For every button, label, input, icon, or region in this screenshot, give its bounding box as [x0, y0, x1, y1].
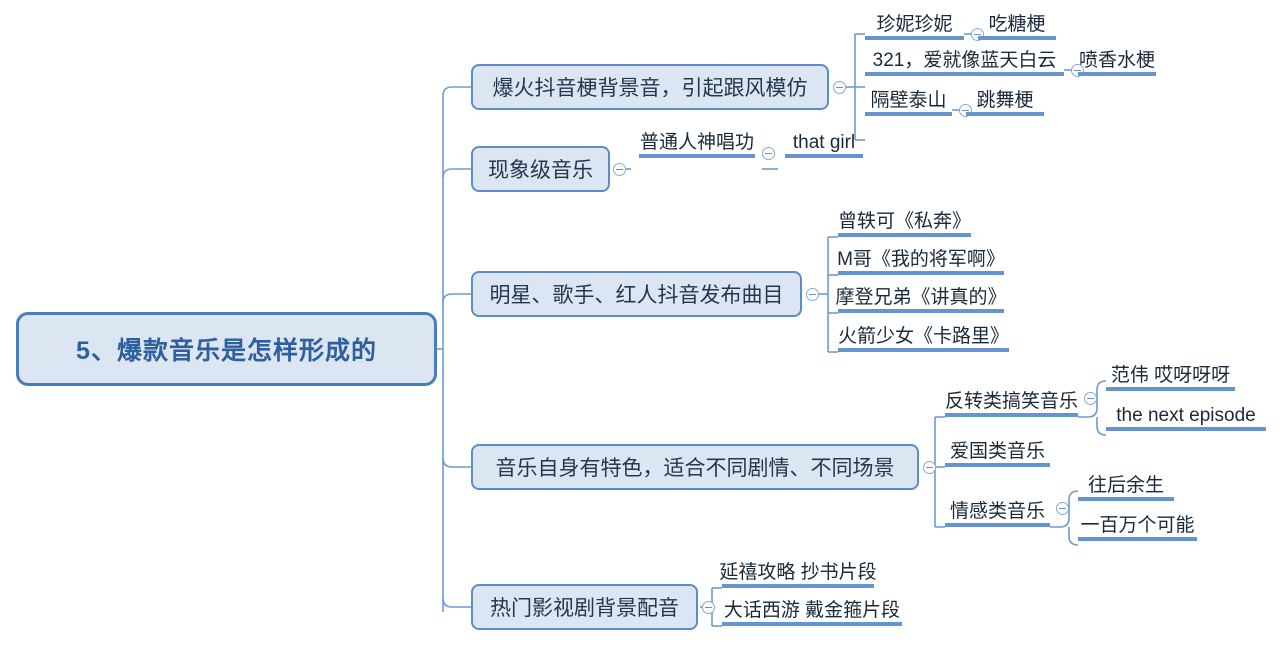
branch-node-2[interactable]: 现象级音乐 — [471, 146, 610, 192]
leaf-node-wanghouyusheng[interactable]: 往后余生 — [1078, 475, 1174, 501]
root-node[interactable]: 5、爆款音乐是怎样形成的 — [16, 312, 437, 386]
leaf-node-qinggan[interactable]: 情感类音乐 — [945, 501, 1050, 527]
leaf-node-fanzhuan-label: 反转类搞笑音乐 — [945, 391, 1079, 413]
leaf-node-putongren-label: 普通人神唱功 — [640, 132, 755, 154]
leaf-node-mge-label: M哥《我的将军啊》 — [837, 249, 1005, 271]
leaf-node-penxiangshui-label: 喷香水梗 — [1079, 50, 1156, 72]
leaf-node-modeng[interactable]: 摩登兄弟《讲真的》 — [835, 287, 1007, 313]
branch-node-5[interactable]: 热门影视剧背景配音 — [471, 584, 698, 630]
leaf-node-yanxi[interactable]: 延禧攻略 抄书片段 — [719, 562, 877, 588]
leaf-node-yanxi-label: 延禧攻略 抄书片段 — [719, 562, 877, 584]
leaf-node-qinggan-label: 情感类音乐 — [949, 501, 1045, 523]
leaf-node-fanwei-label: 范伟 哎呀呀呀 — [1110, 365, 1231, 387]
branch-node-1[interactable]: 爆火抖音梗背景音，引起跟风模仿 — [471, 64, 829, 110]
branch-node-2-label: 现象级音乐 — [488, 159, 593, 182]
leaf-node-gebitaishan[interactable]: 隔壁泰山 — [865, 90, 952, 116]
collapse-toggle-qinggan[interactable] — [1056, 502, 1069, 515]
branch-node-1-label: 爆火抖音梗背景音，引起跟风模仿 — [492, 77, 808, 100]
leaf-node-nextepisode[interactable]: the next episode — [1106, 405, 1266, 431]
leaf-node-321[interactable]: 321，爱就像蓝天白云 — [865, 50, 1064, 76]
leaf-node-putongren[interactable]: 普通人神唱功 — [639, 132, 755, 158]
branch-node-4-label: 音乐自身有特色，适合不同剧情、不同场景 — [495, 457, 895, 480]
leaf-node-zhenni-label: 珍妮珍妮 — [876, 14, 953, 36]
leaf-node-huojian[interactable]: 火箭少女《卡路里》 — [838, 326, 1009, 352]
leaf-node-yibaiwan[interactable]: 一百万个可能 — [1078, 515, 1197, 541]
leaf-node-huojian-label: 火箭少女《卡路里》 — [838, 326, 1010, 348]
leaf-node-modeng-label: 摩登兄弟《讲真的》 — [835, 287, 1007, 309]
leaf-node-aiguo[interactable]: 爱国类音乐 — [945, 441, 1050, 467]
leaf-node-aiguo-label: 爱国类音乐 — [949, 441, 1045, 463]
leaf-node-thatgirl[interactable]: that girl — [785, 132, 863, 158]
collapse-toggle-branch-4[interactable] — [923, 461, 936, 474]
mindmap-canvas: 5、爆款音乐是怎样形成的 爆火抖音梗背景音，引起跟风模仿 珍妮珍妮 吃糖梗 32… — [0, 0, 1286, 649]
branch-node-4[interactable]: 音乐自身有特色，适合不同剧情、不同场景 — [471, 444, 919, 490]
collapse-toggle-fanzhuan[interactable] — [1084, 392, 1097, 405]
leaf-node-gebitaishan-label: 隔壁泰山 — [870, 90, 947, 112]
leaf-node-zhenni[interactable]: 珍妮珍妮 — [865, 14, 964, 40]
leaf-node-fanzhuan[interactable]: 反转类搞笑音乐 — [945, 391, 1078, 417]
leaf-node-thatgirl-label: that girl — [792, 132, 856, 154]
branch-node-3-label: 明星、歌手、红人抖音发布曲目 — [489, 284, 784, 307]
leaf-node-zengyike[interactable]: 曾轶可《私奔》 — [838, 211, 971, 237]
collapse-toggle-branch-2[interactable] — [613, 163, 626, 176]
leaf-node-chitang-label: 吃糖梗 — [988, 14, 1046, 36]
branch-node-5-label: 热门影视剧背景配音 — [490, 597, 679, 620]
collapse-toggle-putongren[interactable] — [762, 147, 775, 160]
branch-node-3[interactable]: 明星、歌手、红人抖音发布曲目 — [471, 271, 802, 317]
leaf-node-nextepisode-label: the next episode — [1116, 405, 1256, 427]
leaf-node-zengyike-label: 曾轶可《私奔》 — [838, 211, 972, 233]
leaf-node-mge[interactable]: M哥《我的将军啊》 — [837, 249, 1005, 275]
leaf-node-dahuaxiyou-label: 大话西游 戴金箍片段 — [723, 600, 901, 622]
collapse-toggle-branch-3[interactable] — [806, 288, 819, 301]
leaf-node-wanghouyusheng-label: 往后余生 — [1087, 475, 1164, 497]
collapse-toggle-branch-1[interactable] — [833, 81, 846, 94]
leaf-node-dahuaxiyou[interactable]: 大话西游 戴金箍片段 — [722, 600, 902, 626]
leaf-node-yibaiwan-label: 一百万个可能 — [1080, 515, 1195, 537]
root-node-label: 5、爆款音乐是怎样形成的 — [76, 337, 377, 365]
leaf-node-chitang[interactable]: 吃糖梗 — [978, 14, 1056, 40]
leaf-node-tiaowu[interactable]: 跳舞梗 — [966, 90, 1044, 116]
collapse-toggle-branch-5[interactable] — [702, 601, 715, 614]
leaf-node-penxiangshui[interactable]: 喷香水梗 — [1078, 50, 1156, 76]
leaf-node-fanwei[interactable]: 范伟 哎呀呀呀 — [1106, 365, 1235, 391]
leaf-node-tiaowu-label: 跳舞梗 — [976, 90, 1034, 112]
leaf-node-321-label: 321，爱就像蓝天白云 — [872, 50, 1057, 72]
